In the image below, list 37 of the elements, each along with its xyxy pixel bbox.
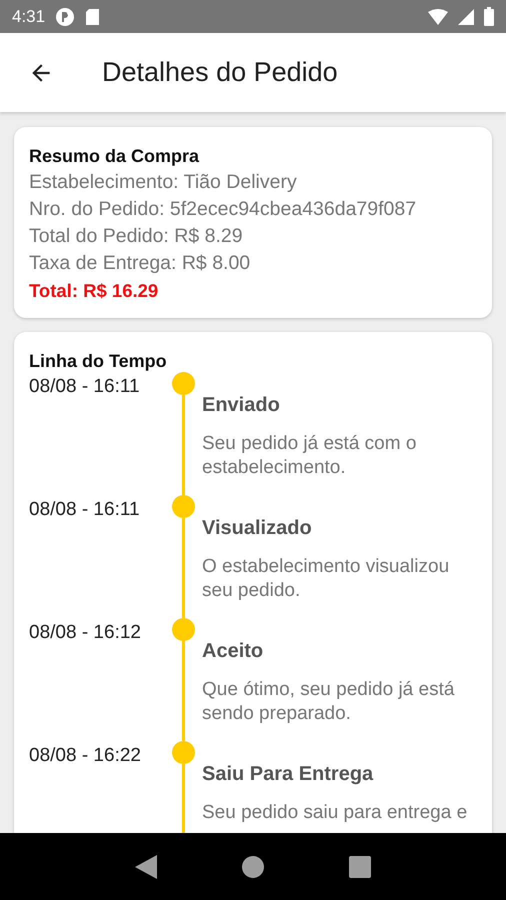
timeline-line (182, 764, 184, 833)
signal-icon (458, 8, 474, 24)
timeline-dot (172, 741, 194, 764)
card-title: Resumo da Compra (29, 145, 200, 167)
card-title: Linha do Tempo (29, 350, 168, 372)
home-nav-button[interactable] (242, 856, 264, 878)
event-status: Visualizado (202, 516, 313, 541)
back-nav-button[interactable] (135, 854, 157, 878)
event-description: Seu pedido já está com o estabelecimento. (202, 432, 418, 480)
summary-line: Nro. do Pedido: 5f2ecec94cbea436da79f087 (29, 197, 418, 222)
event-time: 08/08 - 16:12 (29, 621, 142, 645)
timeline-dot (172, 372, 194, 395)
timeline-dot (172, 495, 194, 518)
event-time: 08/08 - 16:11 (29, 375, 141, 399)
triangle-icon (135, 854, 157, 878)
event-description: O estabelecimento visualizou seu pedido. (202, 555, 450, 603)
summary-line: Total do Pedido: R$ 8.29 (29, 224, 244, 249)
circle-icon (242, 856, 264, 878)
event-time: 08/08 - 16:22 (29, 744, 142, 768)
summary-line: Estabelecimento: Tião Delivery (29, 170, 298, 195)
battery-icon (484, 7, 494, 26)
summary-line: Taxa de Entrega: R$ 8.00 (29, 251, 252, 276)
clock: 4:31 (12, 6, 46, 26)
event-status: Saiu Para Entrega (202, 762, 374, 787)
notification-icon (55, 6, 76, 26)
event-status: Aceito (202, 639, 264, 664)
event-description: Que ótimo, seu pedido já está sendo preparado. (202, 678, 456, 726)
sd-card-icon (85, 8, 100, 26)
square-icon (349, 856, 371, 878)
event-description: Seu pedido saiu para entrega e (202, 801, 468, 825)
recents-nav-button[interactable] (349, 856, 371, 878)
page-title: Detalhes do Pedido (102, 57, 338, 88)
total-amount: Total: R$ 16.29 (29, 279, 160, 303)
wifi-icon (428, 8, 448, 24)
event-time: 08/08 - 16:11 (29, 498, 141, 522)
event-status: Enviado (202, 393, 281, 418)
timeline-dot (172, 618, 194, 641)
